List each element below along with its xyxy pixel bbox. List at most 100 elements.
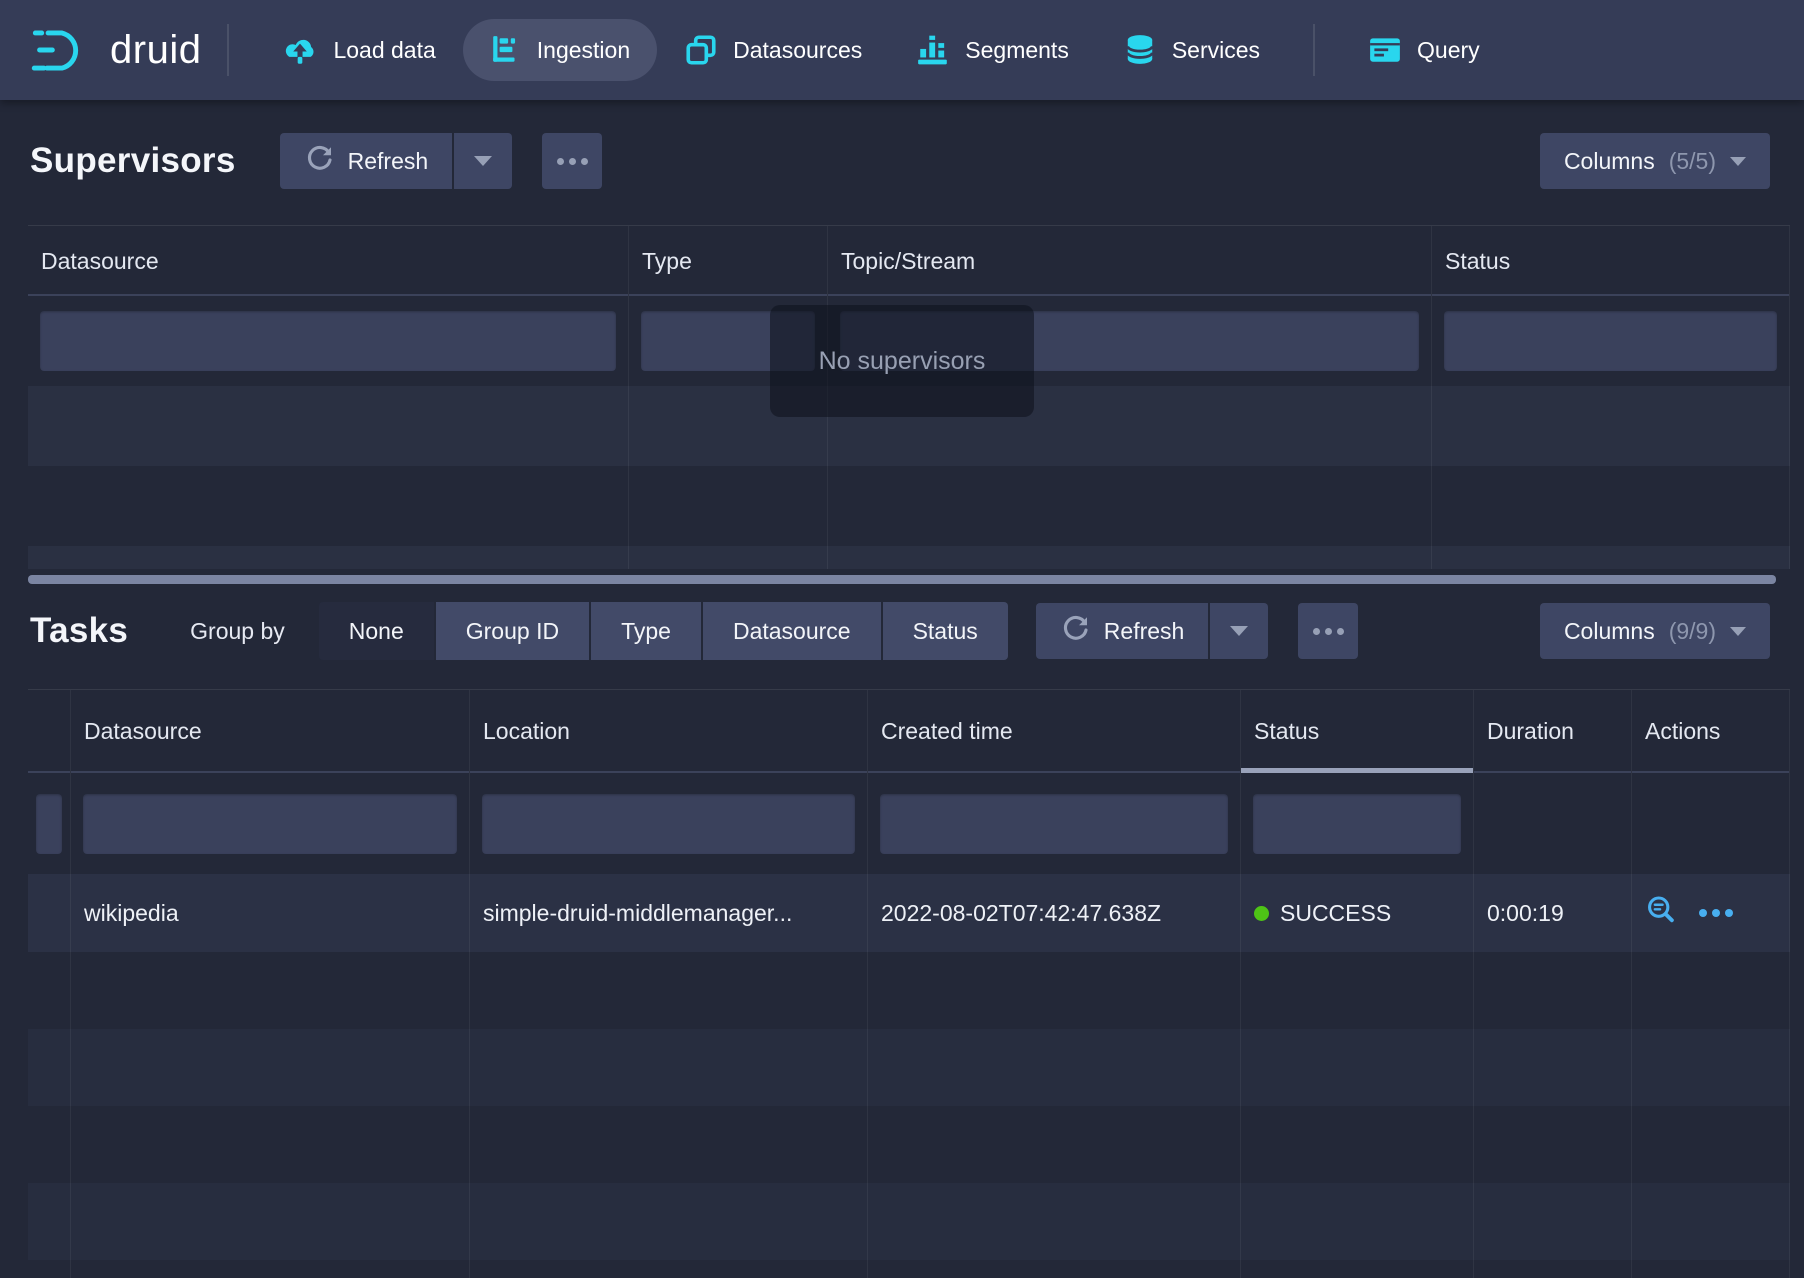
brand-name: druid xyxy=(110,28,201,73)
tasks-more-button[interactable] xyxy=(1298,603,1358,659)
table-row xyxy=(28,1260,1790,1278)
cell-actions xyxy=(1632,874,1790,952)
nav-item-services[interactable]: Services xyxy=(1096,19,1287,81)
tasks-table: Datasource Location Created time Status … xyxy=(28,689,1790,1278)
nav-divider xyxy=(227,24,229,76)
search-details-icon[interactable] xyxy=(1645,894,1677,932)
chevron-down-icon xyxy=(1230,626,1248,636)
tasks-refresh-button[interactable]: Refresh xyxy=(1036,603,1209,659)
supervisors-table: Datasource Type Topic/Stream Status No s… xyxy=(28,225,1790,569)
filter-input-location[interactable] xyxy=(482,794,855,854)
cell-created-time[interactable]: 2022-08-02T07:42:47.638Z xyxy=(868,874,1241,952)
console-window-icon xyxy=(1368,35,1402,65)
nav-item-query[interactable]: Query xyxy=(1341,19,1507,81)
column-header-created-time[interactable]: Created time xyxy=(868,690,1241,773)
chevron-down-icon xyxy=(1730,157,1746,166)
druid-logo[interactable]: druid xyxy=(30,23,201,77)
nav-item-label: Load data xyxy=(333,37,435,64)
nav-item-label: Datasources xyxy=(733,37,862,64)
table-row xyxy=(28,546,1790,569)
cell-duration[interactable]: 0:00:19 xyxy=(1474,874,1632,952)
more-dots-icon xyxy=(1313,628,1344,635)
column-header-partial[interactable] xyxy=(28,690,71,773)
table-row xyxy=(28,1029,1790,1106)
stacked-layers-icon xyxy=(684,33,718,67)
nav-divider xyxy=(1313,24,1315,76)
column-header-datasource[interactable]: Datasource xyxy=(28,226,629,296)
group-by-status-button[interactable]: Status xyxy=(883,602,1008,660)
status-text: SUCCESS xyxy=(1280,900,1391,927)
tasks-refresh-split: Refresh xyxy=(1036,603,1269,659)
cell-datasource[interactable]: wikipedia xyxy=(71,874,470,952)
table-row xyxy=(28,952,1790,1029)
refresh-icon xyxy=(1060,613,1090,649)
nav-item-ingestion[interactable]: Ingestion xyxy=(463,19,657,81)
group-by-label: Group by xyxy=(190,618,285,645)
filter-input-status[interactable] xyxy=(1444,311,1777,371)
filter-input-status[interactable] xyxy=(1253,794,1461,854)
supervisors-more-button[interactable] xyxy=(542,133,602,189)
nav-item-label: Query xyxy=(1417,37,1480,64)
refresh-label: Refresh xyxy=(348,148,429,175)
tasks-columns-button[interactable]: Columns (9/9) xyxy=(1540,603,1770,659)
supervisors-refresh-split: Refresh xyxy=(280,133,513,189)
column-header-topic-stream[interactable]: Topic/Stream xyxy=(828,226,1432,296)
ingestion-bars-icon xyxy=(490,34,522,66)
chevron-down-icon xyxy=(1730,627,1746,636)
supervisors-title: Supervisors xyxy=(30,141,236,181)
top-nav: druid Load data xyxy=(0,0,1804,100)
tasks-title: Tasks xyxy=(30,611,128,651)
nav-item-datasources[interactable]: Datasources xyxy=(657,19,889,81)
tasks-table-header: Datasource Location Created time Status … xyxy=(28,689,1790,773)
columns-count: (5/5) xyxy=(1669,148,1716,175)
column-header-duration[interactable]: Duration xyxy=(1474,690,1632,773)
chevron-down-icon xyxy=(474,156,492,166)
nav-item-load-data[interactable]: Load data xyxy=(255,19,462,81)
filter-input-datasource[interactable] xyxy=(40,311,616,371)
supervisors-columns-button[interactable]: Columns (5/5) xyxy=(1540,133,1770,189)
supervisors-table-header: Datasource Type Topic/Stream Status xyxy=(28,225,1790,296)
status-success-dot xyxy=(1254,906,1269,921)
task-row-wikipedia[interactable]: wikipedia simple-druid-middlemanager... … xyxy=(28,874,1790,952)
column-header-location[interactable]: Location xyxy=(470,690,868,773)
tasks-refresh-caret-button[interactable] xyxy=(1210,603,1268,659)
supervisors-refresh-caret-button[interactable] xyxy=(454,133,512,189)
column-header-datasource[interactable]: Datasource xyxy=(71,690,470,773)
cell-status[interactable]: SUCCESS xyxy=(1241,874,1474,952)
group-by-none-button[interactable]: None xyxy=(319,602,434,660)
druid-console: druid Load data xyxy=(0,0,1804,1278)
group-by-type-button[interactable]: Type xyxy=(591,602,701,660)
more-dots-icon xyxy=(557,158,588,165)
column-header-status[interactable]: Status xyxy=(1241,690,1474,773)
druid-logo-icon xyxy=(30,23,96,77)
cell-location[interactable]: simple-druid-middlemanager... xyxy=(470,874,868,952)
no-supervisors-message: No supervisors xyxy=(770,305,1034,417)
column-header-actions[interactable]: Actions xyxy=(1632,690,1790,773)
database-icon xyxy=(1123,33,1157,67)
group-by-segmented-control: None Group ID Type Datasource Status xyxy=(319,602,1008,660)
filter-input-created-time[interactable] xyxy=(880,794,1228,854)
nav-item-label: Services xyxy=(1172,37,1260,64)
column-header-status[interactable]: Status xyxy=(1432,226,1790,296)
supervisors-refresh-button[interactable]: Refresh xyxy=(280,133,453,189)
nav-item-segments[interactable]: Segments xyxy=(889,19,1096,81)
row-more-dots-icon[interactable] xyxy=(1699,909,1733,917)
columns-count: (9/9) xyxy=(1669,618,1716,645)
filter-input-partial[interactable] xyxy=(36,794,62,854)
nav-item-label: Segments xyxy=(965,37,1069,64)
column-header-type[interactable]: Type xyxy=(629,226,828,296)
tasks-header: Tasks Group by None Group ID Type Dataso… xyxy=(0,602,1804,660)
group-by-group-id-button[interactable]: Group ID xyxy=(436,602,589,660)
supervisors-header: Supervisors Refresh Columns (5/5) xyxy=(0,133,1804,189)
refresh-label: Refresh xyxy=(1104,618,1185,645)
group-by-datasource-button[interactable]: Datasource xyxy=(703,602,881,660)
table-row xyxy=(28,466,1790,546)
tasks-filter-row xyxy=(28,773,1790,874)
columns-label: Columns xyxy=(1564,618,1655,645)
refresh-icon xyxy=(304,143,334,179)
columns-label: Columns xyxy=(1564,148,1655,175)
cloud-upload-icon xyxy=(282,35,318,65)
filter-input-datasource[interactable] xyxy=(83,794,457,854)
table-row xyxy=(28,1106,1790,1183)
horizontal-scrollbar[interactable] xyxy=(28,575,1776,584)
